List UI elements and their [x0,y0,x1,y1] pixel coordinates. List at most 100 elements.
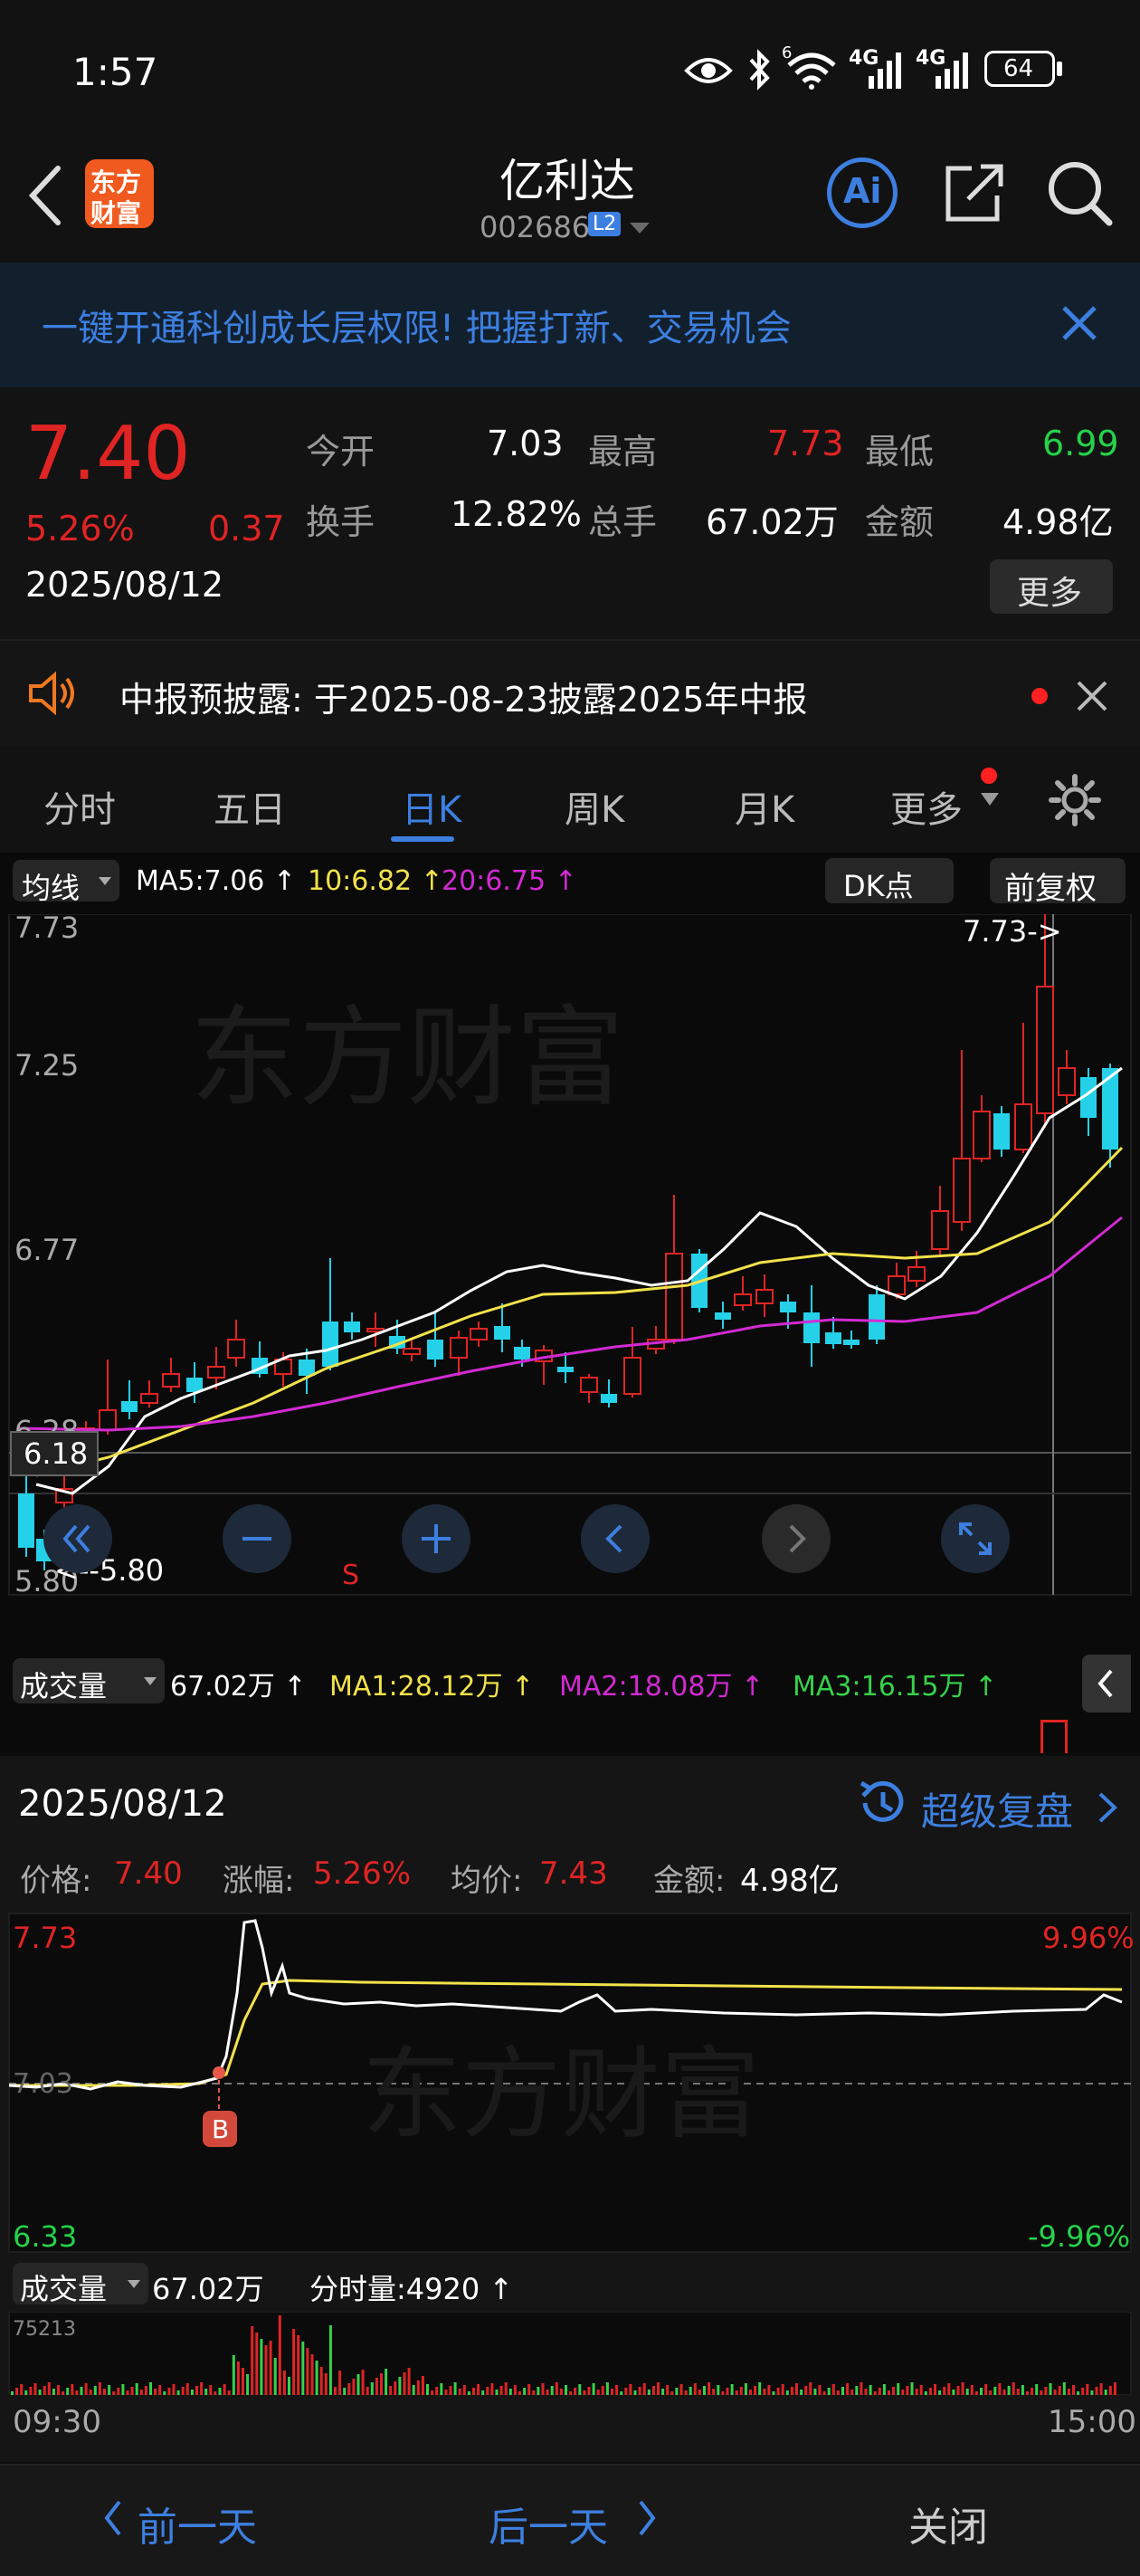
candle-body [780,1302,796,1312]
volume-bar [264,2345,268,2395]
high-value: 7.73 [767,424,844,463]
chevron-right-link-icon[interactable] [1095,1790,1120,1825]
replay-avg: 7.43 [539,1856,608,1892]
candle-body [121,1401,138,1412]
volume-bar [467,2391,470,2395]
next-day-button[interactable]: 后一天 [489,2495,608,2552]
volume-bar [965,2389,969,2395]
candle-body [888,1275,906,1295]
volume-bar [739,2387,743,2395]
volume-bar [708,2382,711,2395]
fast-back-button[interactable] [43,1504,112,1573]
tab-more[interactable]: 更多 [890,780,963,833]
y-label-1: 7.25 [14,1048,79,1083]
volume-bar [80,2387,83,2395]
close-icon[interactable] [1059,302,1100,344]
adjust-button[interactable]: 前复权 [990,858,1126,907]
promo-banner[interactable]: 一键开通科创成长层权限! 把握打新、交易机会 [0,262,1140,387]
tab-monthly-k[interactable]: 月K [735,780,794,833]
app-logo[interactable]: 东方 财富 [85,159,154,228]
gear-icon[interactable] [1048,773,1102,827]
candle-body [427,1340,443,1360]
volume-bar [66,2388,70,2395]
volume-bar [416,2380,420,2395]
fullscreen-button[interactable] [941,1504,1010,1573]
volume-bar [227,2390,231,2395]
notice-text[interactable]: 中报预披露: 于2025-08-23披露2025年中报 [119,672,807,721]
turnover-value: 12.82% [451,494,582,534]
intraday-volume-selector-label: 成交量 [20,2272,108,2306]
volume-bar [537,2387,540,2395]
replay-change: 5.26% [313,1856,412,1892]
zoom-in-button[interactable] [402,1504,470,1573]
move-right-button[interactable] [762,1504,831,1573]
logo-line2: 财富 [90,198,142,228]
kline-price-chart[interactable]: 东方财富 7.73 7.25 6.77 6.28 5.80 7.73-> <--… [0,914,1140,1602]
volume-bar [288,2377,290,2395]
next-chevron-icon[interactable] [635,2498,659,2538]
more-button[interactable]: 更多 [990,559,1113,614]
open-label: 今开 [306,432,375,472]
candle-body [227,1339,245,1359]
banner-text[interactable]: 一键开通科创成长层权限! 把握打新、交易机会 [42,299,792,351]
intraday-volume-selector[interactable]: 成交量 [13,2263,148,2306]
prev-chevron-icon[interactable] [101,2498,125,2538]
volume-bar [334,2387,337,2395]
move-left-button[interactable] [581,1504,650,1573]
intraday-chart[interactable]: 东方财富 7.73 7.03 6.33 9.96% -9.96% B [0,1912,1140,2256]
dk-button[interactable]: DK点 [825,858,954,903]
candle-body [623,1357,641,1395]
volume-bar [583,2390,586,2395]
prev-day-button[interactable]: 前一天 [138,2495,257,2552]
volume-selector[interactable]: 成交量 [13,1658,165,1703]
volume-bar [767,2385,771,2395]
search-icon[interactable] [1046,159,1115,228]
adjust-button-label: 前复权 [1004,871,1097,907]
crosshair-price: 6.18 [24,1436,88,1471]
tab-five-day[interactable]: 五日 [214,780,286,833]
volume-bar [185,2383,189,2395]
volume-bar [795,2383,798,2395]
volume-bar [1040,2390,1043,2395]
volume-bar [804,2386,808,2395]
volume-bar [458,2389,461,2395]
volume-bar [103,2389,106,2395]
volume-bar [670,2391,674,2395]
vol-ma2: MA2:18.08万 ↑ [559,1671,765,1703]
history-icon[interactable] [854,1776,908,1830]
chevron-left-icon [605,1524,622,1553]
zoom-out-button[interactable] [223,1504,291,1573]
battery-icon: 64 [984,51,1055,87]
volume-bar [989,2390,993,2395]
back-arrow-icon[interactable] [25,163,65,228]
volume-bar [431,2390,434,2395]
volume-bar [486,2387,489,2395]
volume-bar [541,2383,545,2395]
ai-assistant-button[interactable]: Ai [827,157,898,228]
replay-price-label: 价格: [20,1863,92,1899]
level-badge[interactable]: L2 [588,212,622,236]
volume-bar [11,2391,14,2395]
volume-bar [629,2384,632,2395]
volume-bar [190,2390,194,2395]
volume-bar [98,2382,101,2395]
ma-selector[interactable]: 均线 [13,860,119,905]
volume-bar [928,2388,932,2395]
tab-daily-k[interactable]: 日K [402,780,461,833]
tab-weekly-k[interactable]: 周K [565,780,624,833]
buy-point-dot [213,2066,225,2079]
super-replay-link[interactable]: 超级复盘 [921,1781,1073,1837]
notice-bar[interactable]: 中报预披露: 于2025-08-23披露2025年中报 [0,639,1140,749]
volume-bar [33,2383,37,2395]
close-button[interactable]: 关闭 [908,2495,988,2552]
share-icon[interactable] [941,159,1004,226]
chevron-down-icon[interactable] [628,221,651,237]
more-dropdown-icon[interactable] [979,791,1001,809]
tab-intraday[interactable]: 分时 [43,780,116,833]
volume-bar [689,2387,692,2395]
volume-bar [781,2384,784,2395]
close-notice-icon[interactable] [1075,679,1109,713]
volume-max-label: 75213 [13,2318,76,2341]
collapse-panel-button[interactable] [1082,1655,1131,1713]
volume-bar [93,2386,97,2395]
